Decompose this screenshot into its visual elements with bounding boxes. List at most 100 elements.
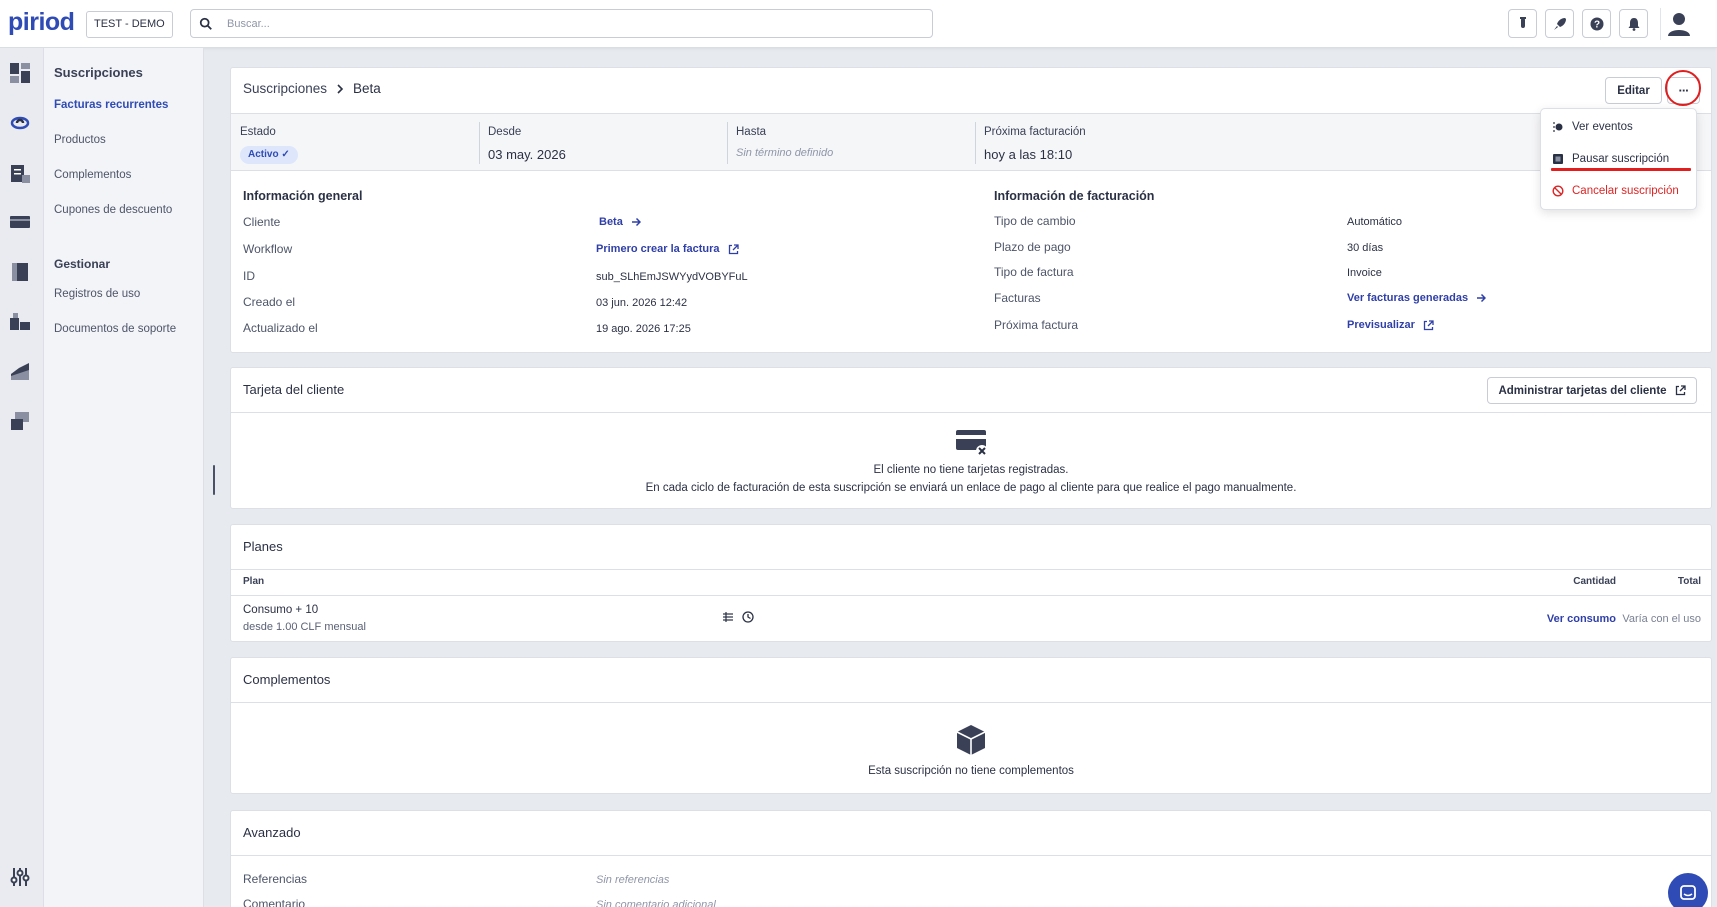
- cancelar-label: Cancelar suscripción: [1572, 185, 1679, 197]
- workflow-link[interactable]: Primero crear la factura: [596, 243, 739, 255]
- plans-title: Planes: [243, 539, 283, 554]
- breadcrumb-current: Beta: [353, 81, 381, 96]
- external-link-icon: [1675, 385, 1686, 396]
- divider: [231, 595, 1711, 596]
- chevron-right-icon: [337, 83, 344, 94]
- hasta-value: Sin término definido: [736, 147, 834, 159]
- payment-link-message: En cada ciclo de facturación de esta sus…: [645, 482, 1297, 494]
- payments-icon[interactable]: [9, 211, 31, 233]
- reports-icon[interactable]: [9, 360, 31, 382]
- menu-item-cancelar[interactable]: Cancelar suscripción: [1552, 185, 1679, 197]
- facturas-label: Facturas: [994, 291, 1041, 305]
- plans-section: Planes Plan Cantidad Total Consumo + 10 …: [230, 524, 1712, 642]
- cancel-icon: [1552, 185, 1564, 197]
- desde-value: 03 may. 2026: [488, 147, 566, 162]
- warehouse-icon[interactable]: [9, 310, 31, 332]
- chat-icon: [1680, 885, 1696, 900]
- cliente-value: Beta: [599, 216, 623, 228]
- hasta-label: Hasta: [736, 126, 767, 138]
- ver-consumo-link[interactable]: Ver consumo: [1496, 613, 1616, 625]
- subscription-detail-card: Suscripciones Beta Editar ··· Estado Act…: [230, 67, 1712, 353]
- cliente-link[interactable]: Beta: [599, 216, 641, 228]
- actualizado-value: 19 ago. 2026 17:25: [596, 323, 691, 335]
- breadcrumb-parent[interactable]: Suscripciones: [243, 81, 327, 96]
- side-nav: Suscripciones Facturas recurrentes Produ…: [44, 48, 204, 907]
- tipo-factura-label: Tipo de factura: [994, 265, 1074, 279]
- cliente-label: Cliente: [243, 215, 281, 229]
- col-total-header: Total: [1677, 576, 1701, 587]
- menu-item-pausar[interactable]: Pausar suscripción: [1552, 153, 1669, 165]
- arrow-right-icon: [631, 217, 641, 227]
- desde-label: Desde: [488, 126, 522, 138]
- arrow-right-icon: [1477, 293, 1487, 303]
- manage-cards-button[interactable]: Administrar tarjetas del cliente: [1487, 377, 1697, 404]
- proxima-factura-label: Próxima factura: [994, 318, 1079, 332]
- referencias-label: Referencias: [243, 872, 308, 886]
- settings-sliders-icon[interactable]: [9, 866, 31, 888]
- creado-label: Creado el: [243, 295, 296, 309]
- external-link-icon: [728, 243, 739, 254]
- app-logo[interactable]: piriod: [8, 8, 75, 37]
- plan-price: desde 1.00 CLF mensual: [243, 621, 366, 633]
- subscriptions-icon[interactable]: [9, 112, 31, 134]
- clock-icon: [742, 611, 754, 623]
- chat-widget-button[interactable]: [1668, 873, 1708, 907]
- customer-card-section: Tarjeta del cliente Administrar tarjetas…: [230, 367, 1712, 509]
- plan-total: Varía con el uso: [1622, 613, 1701, 625]
- nav-item-documentos-soporte[interactable]: Documentos de soporte: [54, 323, 176, 335]
- status-divider: [727, 122, 728, 164]
- id-value: sub_SLhEmJSWYydVOBYFuL: [596, 271, 748, 283]
- workflow-label: Workflow: [243, 242, 293, 256]
- flask-icon: [1519, 16, 1526, 28]
- ver-facturas-link[interactable]: Ver facturas generadas: [1347, 292, 1487, 304]
- flask-button[interactable]: [1508, 9, 1537, 38]
- dashboard-icon[interactable]: [9, 62, 31, 84]
- referencias-value: Sin referencias: [596, 874, 670, 886]
- status-estado: Estado Activo ✓: [231, 114, 479, 172]
- nav-item-cupones[interactable]: Cupones de descuento: [54, 204, 172, 216]
- integrations-icon[interactable]: [9, 410, 31, 432]
- divider: [231, 569, 1711, 570]
- external-link-icon: [1423, 319, 1434, 330]
- divider: [231, 855, 1711, 856]
- nav-item-complementos[interactable]: Complementos: [54, 169, 131, 181]
- estado-label: Estado: [240, 126, 276, 138]
- search-input[interactable]: [227, 14, 907, 34]
- environment-selector[interactable]: TEST - DEMO: [86, 11, 173, 38]
- cambio-value: Automático: [1347, 216, 1403, 228]
- book-icon[interactable]: [9, 261, 31, 283]
- pausar-label: Pausar suscripción: [1572, 153, 1670, 165]
- workflow-value: Primero crear la factura: [596, 243, 720, 255]
- advanced-section: Avanzado Referencias Sin referencias Com…: [230, 810, 1712, 907]
- help-icon: ?: [1590, 17, 1603, 30]
- status-proxima: Próxima facturación hoy a las 18:10: [975, 114, 1375, 172]
- invoices-icon[interactable]: [9, 163, 31, 185]
- menu-item-ver-eventos[interactable]: Ver eventos: [1552, 121, 1633, 133]
- no-card-icon: [956, 430, 988, 457]
- status-bar: Estado Activo ✓ Desde 03 may. 2026 Hasta…: [231, 113, 1711, 171]
- rocket-icon: [1553, 17, 1566, 30]
- user-menu[interactable]: [1664, 9, 1694, 39]
- col-cantidad-header: Cantidad: [1573, 576, 1616, 587]
- nav-item-productos[interactable]: Productos: [54, 134, 106, 146]
- status-divider: [975, 122, 976, 164]
- customer-card-title: Tarjeta del cliente: [243, 382, 345, 397]
- status-desde: Desde 03 may. 2026: [479, 114, 727, 172]
- breadcrumb: Suscripciones Beta: [243, 81, 381, 96]
- rocket-button[interactable]: [1545, 9, 1574, 38]
- plazo-label: Plazo de pago: [994, 240, 1071, 254]
- search-box[interactable]: [190, 9, 933, 38]
- divider: [231, 702, 1711, 703]
- nav-item-facturas-recurrentes[interactable]: Facturas recurrentes: [54, 99, 168, 111]
- sidebar-collapse-handle[interactable]: [213, 465, 215, 495]
- icon-rail: [0, 48, 44, 907]
- more-options-menu: Ver eventos Pausar suscripción Cancelar …: [1540, 108, 1697, 210]
- nav-item-registros-uso[interactable]: Registros de uso: [54, 288, 140, 300]
- events-icon: [1553, 122, 1563, 132]
- previsualizar-link[interactable]: Previsualizar: [1347, 319, 1434, 331]
- facturas-value: Ver facturas generadas: [1347, 292, 1469, 304]
- help-button[interactable]: ?: [1582, 9, 1611, 38]
- notifications-button[interactable]: [1619, 9, 1648, 38]
- edit-button[interactable]: Editar: [1605, 77, 1662, 104]
- actualizado-label: Actualizado el: [243, 321, 318, 335]
